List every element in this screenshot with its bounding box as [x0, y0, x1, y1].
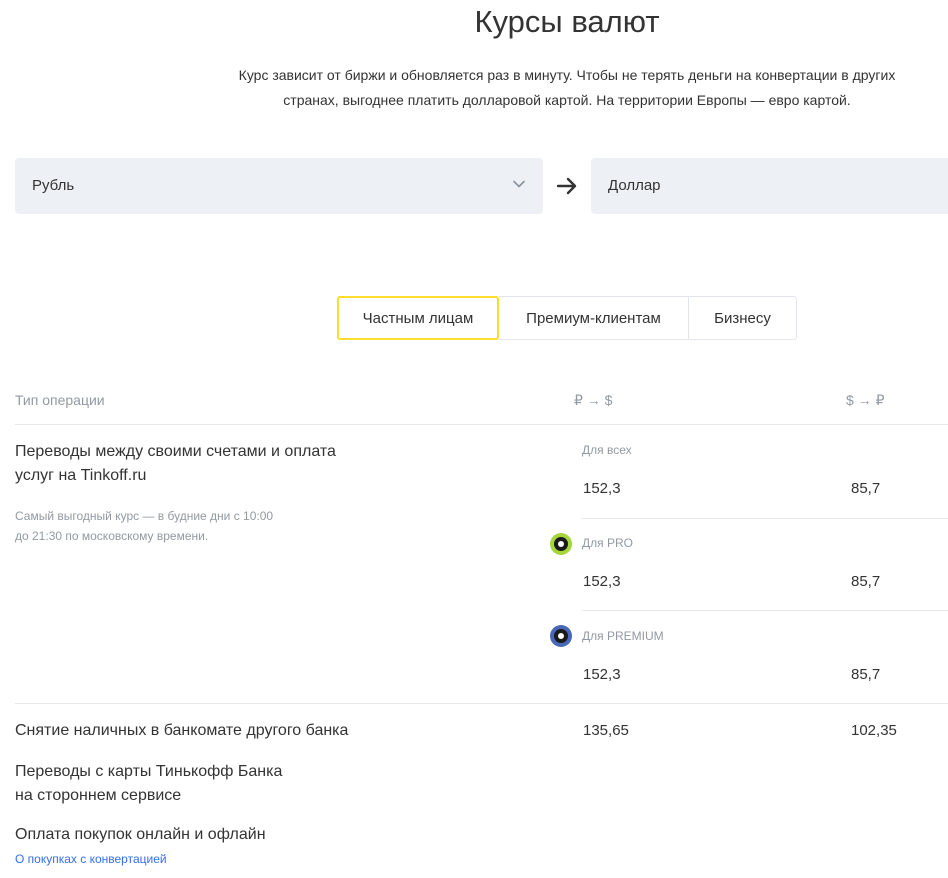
operation-title-line: Переводы между своими счетами и оплата [15, 443, 336, 460]
purchases-conversion-link[interactable]: О покупках с конвертацией [15, 852, 167, 866]
rate-pro-rub-usd: 152,3 [583, 573, 621, 590]
operation-title-line: на стороннем сервисе [15, 787, 182, 804]
page-title: Курсы валют [474, 4, 660, 39]
rate-premium-usd-rub: 85,7 [851, 666, 881, 683]
arrow-right-icon [556, 177, 577, 195]
rate-pro-usd-rub: 85,7 [851, 573, 881, 590]
currency-to-select[interactable]: Доллар [591, 158, 948, 214]
currency-from-value: Рубль [32, 177, 75, 194]
pro-badge-icon [550, 533, 572, 555]
subtitle-line: странах, выгоднее платить долларовой кар… [283, 92, 851, 108]
divider [15, 424, 948, 425]
rate-all-usd-rub: 85,7 [851, 480, 881, 497]
header-rub-to-usd: ₽ → $ [574, 392, 613, 408]
header-operation-type: Тип операции [15, 392, 105, 408]
rate-all-rub-usd: 152,3 [583, 480, 621, 497]
operation-title-line: услуг на Tinkoff.ru [15, 467, 147, 484]
operation-third-party-title: Переводы с карты Тинькофф Банка на сторо… [15, 760, 282, 808]
group-label-pro: Для PRO [582, 536, 633, 550]
operation-title-line: Переводы с карты Тинькофф Банка [15, 763, 283, 780]
operation-transfers-title: Переводы между своими счетами и оплата у… [15, 440, 336, 488]
group-label-all: Для всех [582, 443, 632, 457]
subtitle-line: Курс зависит от биржи и обновляется раз … [238, 67, 896, 83]
divider [582, 610, 948, 611]
currency-from-select[interactable]: Рубль [15, 158, 543, 214]
group-label-premium: Для PREMIUM [582, 629, 664, 643]
tab-premium-clients[interactable]: Премиум-клиентам [499, 296, 689, 340]
page-subtitle: Курс зависит от биржи и обновляется раз … [195, 63, 939, 113]
header-usd-to-rub: $ → ₽ [846, 392, 885, 408]
client-type-tabs: Частным лицам Премиум-клиентам Бизнесу [337, 296, 797, 340]
rate-premium-rub-usd: 152,3 [583, 666, 621, 683]
currency-to-value: Доллар [608, 177, 661, 194]
tab-individuals[interactable]: Частным лицам [337, 296, 499, 340]
operation-purchases-title: Оплата покупок онлайн и офлайн [15, 826, 266, 843]
premium-badge-icon [550, 625, 572, 647]
operation-transfers-note: Самый выгодный курс — в будние дни с 10:… [15, 506, 335, 546]
chevron-down-icon [513, 180, 525, 188]
operation-cash-title: Снятие наличных в банкомате другого банк… [15, 722, 349, 739]
rate-cash-usd-rub: 102,35 [851, 722, 897, 739]
note-line: до 21:30 по московскому времени. [15, 529, 209, 543]
divider [582, 518, 948, 519]
note-line: Самый выгодный курс — в будние дни с 10:… [15, 509, 274, 523]
divider [15, 703, 948, 704]
tab-business[interactable]: Бизнесу [689, 296, 797, 340]
rate-cash-rub-usd: 135,65 [583, 722, 629, 739]
